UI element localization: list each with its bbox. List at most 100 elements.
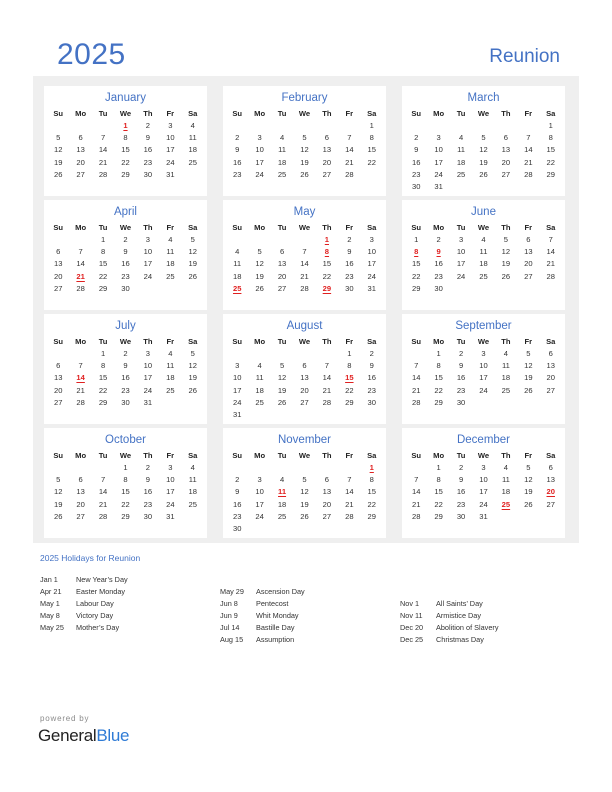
brand-logo[interactable]: GeneralBlue xyxy=(38,726,130,746)
weekday-label: Fr xyxy=(524,337,533,346)
day: 2 xyxy=(436,235,441,244)
day: 10 xyxy=(479,361,488,371)
day: 26 xyxy=(255,283,264,293)
day: 2 xyxy=(369,349,374,358)
month-october: October Su Mo Tu We Th Fr Sa 1 2 3 4 5 6 7 8 9 10 11 12 13 14… xyxy=(44,428,207,538)
day: 4 xyxy=(190,121,195,130)
month-january: January Su Mo Tu We Th Fr Sa 1 2 3 4 5 6 7 8 9 10 11 12 13 14… xyxy=(44,86,207,196)
day: 2 xyxy=(145,121,151,130)
holiday-name: Ascension Day xyxy=(256,587,305,596)
day: 13 xyxy=(501,145,511,155)
day: 27 xyxy=(53,283,63,293)
day: 14 xyxy=(300,259,309,269)
week-row: 1 2 3 4 5 6 xyxy=(402,462,565,474)
weekday-label: Mo xyxy=(75,109,87,118)
weekday-label: Th xyxy=(501,451,511,460)
empty-day xyxy=(495,397,517,409)
day: 16 xyxy=(121,259,130,269)
month-name: June xyxy=(471,206,496,218)
day: 19 xyxy=(53,157,63,167)
empty-day xyxy=(159,283,181,295)
holiday-column: Jan 1 New Year’s Day Apr 21 Easter Monday Ma… xyxy=(40,574,128,634)
day: 6 xyxy=(56,247,61,257)
day: 23 xyxy=(121,271,130,281)
holiday-column: May 29 Ascension Day Jun 8 Pentecost Jun 9 Wh… xyxy=(220,586,305,646)
weekday-label: Sa xyxy=(546,451,556,460)
weekday-label: Su xyxy=(411,109,422,118)
empty-day xyxy=(316,462,338,474)
day: 7 xyxy=(78,247,83,257)
weekday-label: Tu xyxy=(98,451,108,460)
week-row: 7 8 9 10 11 12 13 xyxy=(402,360,565,372)
day: 12 xyxy=(300,145,309,155)
day: 6 xyxy=(548,349,553,358)
day: 19 xyxy=(188,373,197,383)
month-name: March xyxy=(467,92,500,104)
week-row: 29 30 xyxy=(402,283,565,295)
day: 5 xyxy=(190,349,195,358)
day: 17 xyxy=(255,157,264,167)
day: 11 xyxy=(188,475,197,485)
day: 29 xyxy=(345,397,354,407)
week-row: 27 28 29 30 31 xyxy=(44,397,207,409)
empty-day xyxy=(271,523,293,535)
holiday-day: 20 xyxy=(546,487,555,497)
week-row: 5 6 7 8 9 10 11 xyxy=(44,474,207,486)
day: 15 xyxy=(367,145,376,155)
empty-day xyxy=(316,348,338,360)
weekday-label: We xyxy=(119,337,132,346)
empty-day xyxy=(495,120,517,132)
week-row: 24 25 26 27 28 29 30 xyxy=(223,397,386,409)
day: 26 xyxy=(524,499,533,509)
month-june: June Su Mo Tu We Th Fr Sa 1 2 3 4 5 6 7 8 9 10 11 12 13 14 15 1… xyxy=(402,200,565,310)
day: 2 xyxy=(235,475,240,485)
day: 26 xyxy=(479,169,488,179)
day: 7 xyxy=(100,475,106,485)
empty-day xyxy=(226,120,248,132)
day: 14 xyxy=(76,259,85,269)
day: 23 xyxy=(232,511,242,521)
day: 16 xyxy=(411,157,421,167)
day: 12 xyxy=(524,361,533,371)
holidays-title: 2025 Holidays for Reunion xyxy=(40,553,141,563)
holiday-day: 1 xyxy=(123,121,128,130)
weekday-label: We xyxy=(477,223,490,232)
day: 18 xyxy=(188,145,197,155)
day: 4 xyxy=(257,361,262,371)
day: 14 xyxy=(524,145,533,155)
day: 16 xyxy=(456,373,466,383)
day: 5 xyxy=(279,361,285,371)
week-row: 3 4 5 6 7 8 9 xyxy=(223,360,386,372)
day: 14 xyxy=(98,145,108,155)
day: 13 xyxy=(76,145,85,155)
day: 30 xyxy=(143,511,153,521)
week-row: 30 31 xyxy=(402,181,565,193)
day: 6 xyxy=(279,247,285,257)
day: 5 xyxy=(190,235,195,244)
week-row: 26 27 28 29 30 31 xyxy=(44,511,207,523)
day: 25 xyxy=(456,169,466,179)
day: 18 xyxy=(501,487,511,497)
empty-day xyxy=(405,462,427,474)
day: 4 xyxy=(279,475,285,485)
holiday-date: Dec 25 xyxy=(400,635,424,644)
day: 18 xyxy=(166,259,175,269)
empty-day xyxy=(69,462,91,474)
day: 4 xyxy=(279,133,285,143)
holiday-name: Whit Monday xyxy=(256,611,299,620)
holiday-name: Assumption xyxy=(256,635,295,644)
day: 31 xyxy=(434,181,443,191)
day: 30 xyxy=(411,181,421,191)
week-row: 1 xyxy=(223,462,386,474)
day: 17 xyxy=(456,259,466,269)
day: 11 xyxy=(188,133,197,143)
day: 13 xyxy=(546,361,555,371)
day: 15 xyxy=(434,487,443,497)
day: 21 xyxy=(98,499,108,509)
day: 26 xyxy=(277,397,287,407)
day: 7 xyxy=(414,475,419,485)
weekday-label: We xyxy=(477,451,490,460)
day: 16 xyxy=(121,373,130,383)
empty-day xyxy=(47,120,69,132)
holiday-date: Jun 8 xyxy=(220,599,238,608)
